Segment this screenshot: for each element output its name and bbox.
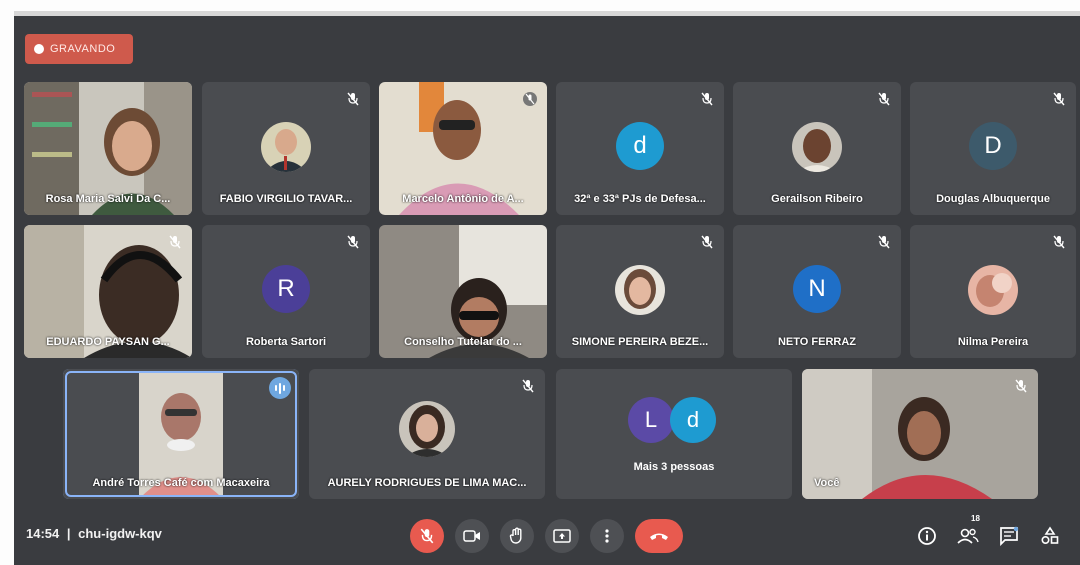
meeting-details-button[interactable] (913, 522, 941, 550)
participant-tile[interactable]: Rosa Maria Salvi Da C... (24, 82, 192, 215)
participant-name: AURELY RODRIGUES DE LIMA MAC... (327, 477, 527, 489)
participant-name: Douglas Albuquerque (936, 193, 1050, 205)
avatar: d (670, 397, 716, 443)
participant-name: Nilma Pereira (957, 336, 1029, 348)
participant-tile[interactable]: AURELY RODRIGUES DE LIMA MAC... (309, 369, 545, 499)
present-icon (553, 529, 571, 543)
avatar: N (793, 265, 841, 313)
participant-tile[interactable]: D Douglas Albuquerque (910, 82, 1076, 215)
participant-name: Gerailson Ribeiro (771, 193, 863, 205)
hang-up-icon (650, 533, 668, 540)
activities-icon (1041, 526, 1059, 545)
participant-name: Roberta Sartori (245, 336, 327, 348)
mic-off-icon (420, 528, 434, 544)
camera-toggle-button[interactable] (455, 519, 489, 553)
avatar: D (969, 122, 1017, 170)
participant-name: NETO FERRAZ (777, 336, 857, 348)
mic-off-icon (347, 92, 359, 106)
participant-tile[interactable]: Marcelo Antônio de A... (379, 82, 547, 215)
mic-off-icon (1053, 92, 1065, 106)
participant-tile[interactable]: N NETO FERRAZ (733, 225, 901, 358)
more-vert-icon (605, 529, 609, 543)
participant-tile[interactable]: Nilma Pereira (910, 225, 1076, 358)
camera-icon (463, 530, 480, 542)
participant-tile[interactable]: SIMONE PEREIRA BEZE... (556, 225, 724, 358)
participant-tile[interactable]: Gerailson Ribeiro (733, 82, 901, 215)
participant-tile[interactable]: EDUARDO PAYSAN G... (24, 225, 192, 358)
meeting-code: chu-igdw-kqv (78, 526, 162, 541)
avatar: R (262, 265, 310, 313)
participant-name: Você (814, 477, 840, 489)
people-icon (957, 528, 979, 544)
mic-off-icon (523, 92, 537, 106)
recording-badge: GRAVANDO (25, 34, 133, 64)
info-icon (918, 527, 936, 545)
mic-off-icon (347, 235, 359, 249)
mic-off-icon (701, 235, 713, 249)
mic-off-icon (878, 235, 890, 249)
mic-off-icon (701, 92, 713, 106)
end-call-button[interactable] (635, 519, 683, 553)
activities-button[interactable] (1036, 522, 1064, 550)
meeting-info: 14:54 | chu-igdw-kqv (26, 526, 162, 541)
mic-off-icon (1015, 379, 1027, 393)
more-participants-label: Mais 3 pessoas (633, 461, 715, 473)
mic-off-icon (878, 92, 890, 106)
participant-count-badge: 18 (971, 514, 980, 523)
more-options-button[interactable] (590, 519, 624, 553)
avatar: L (628, 397, 674, 443)
participant-name: FABIO VIRGILIO TAVAR... (219, 193, 353, 205)
more-participants-tile[interactable]: L d Mais 3 pessoas (556, 369, 792, 499)
participant-name: Rosa Maria Salvi Da C... (45, 193, 171, 205)
participant-name: 32ª e 33ª PJs de Defesa... (574, 193, 706, 205)
speaking-indicator-icon (269, 377, 291, 399)
participant-tile[interactable]: d 32ª e 33ª PJs de Defesa... (556, 82, 724, 215)
people-button[interactable]: 18 (954, 514, 982, 550)
participant-name: Conselho Tutelar do ... (404, 336, 522, 348)
participant-tile[interactable]: Conselho Tutelar do ... (379, 225, 547, 358)
participant-name: Marcelo Antônio de A... (402, 193, 524, 205)
participant-tile[interactable]: FABIO VIRGILIO TAVAR... (202, 82, 370, 215)
avatar: d (616, 122, 664, 170)
recording-label: GRAVANDO (50, 43, 116, 55)
clock-time: 14:54 (26, 526, 60, 541)
more-participants-avatars: L d (628, 397, 720, 445)
chat-button[interactable] (995, 522, 1023, 550)
self-tile[interactable]: Você (802, 369, 1038, 499)
participant-tile-speaking[interactable]: André Torres Café com Macaxeira (63, 369, 299, 499)
hand-icon (509, 527, 522, 544)
mic-off-icon (169, 235, 181, 249)
recording-dot-icon (34, 44, 44, 54)
mic-off-icon (1053, 235, 1065, 249)
bottom-control-bar: 14:54 | chu-igdw-kqv 18 (14, 505, 1080, 565)
separator: | (66, 526, 71, 541)
microphone-toggle-button[interactable] (410, 519, 444, 553)
raise-hand-button[interactable] (500, 519, 534, 553)
avatar (968, 265, 1018, 315)
avatar (615, 265, 665, 315)
meet-window: GRAVANDO Rosa Maria Salvi Da C... FABIO … (14, 16, 1080, 565)
avatar (399, 401, 455, 457)
participant-name: SIMONE PEREIRA BEZE... (571, 336, 709, 348)
participant-name: André Torres Café com Macaxeira (92, 477, 270, 489)
participant-tile[interactable]: R Roberta Sartori (202, 225, 370, 358)
avatar (261, 122, 311, 172)
chat-icon (1000, 526, 1019, 546)
present-screen-button[interactable] (545, 519, 579, 553)
mic-off-icon (522, 379, 534, 393)
participant-name: EDUARDO PAYSAN G... (46, 336, 170, 348)
avatar (792, 122, 842, 172)
